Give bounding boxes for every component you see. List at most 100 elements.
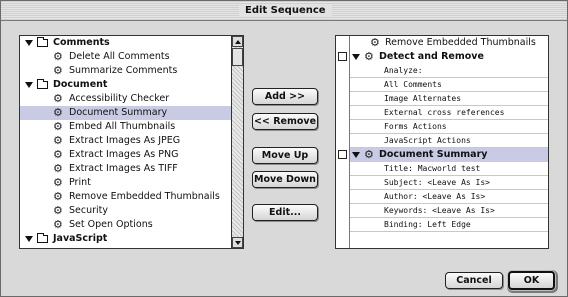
parameter-label: All Comments xyxy=(384,80,442,89)
gear-icon: ⚙ xyxy=(53,120,63,133)
tree-item[interactable]: ⚙ Embed All Thumbnails xyxy=(20,120,231,134)
edit-button[interactable]: Edit... xyxy=(252,204,318,221)
tree-item-label: Accessibility Checker xyxy=(69,93,170,104)
tree-item-label: Set Open Options xyxy=(69,219,153,230)
folder-icon xyxy=(37,37,48,47)
tree-item-label: Extract Images As TIFF xyxy=(69,163,178,174)
tree-item[interactable]: ⚙ Extract Images As PNG xyxy=(20,148,231,162)
sequence-command[interactable]: ⚙ Document Summary xyxy=(350,148,548,162)
parameter-label: Keywords: <Leave As Is> xyxy=(384,206,495,215)
tree-group[interactable]: Document xyxy=(20,78,231,92)
parameter-label: Binding: Left Edge xyxy=(384,220,471,229)
sequence-parameter[interactable]: External cross references xyxy=(350,106,548,120)
gear-icon: ⚙ xyxy=(53,148,63,161)
edit-sequence-dialog: Edit Sequence Comments ⚙ Delete All Commen… xyxy=(0,0,568,297)
sequence-parameter[interactable]: Binding: Left Edge xyxy=(350,218,548,232)
tree-item[interactable]: ⚙ Extract Images As JPEG xyxy=(20,134,231,148)
parameter-label: External cross references xyxy=(384,108,505,117)
gear-icon: ⚙ xyxy=(53,92,63,105)
sequence-parameter[interactable]: Subject: <Leave As Is> xyxy=(350,176,548,190)
disclosure-triangle-icon[interactable] xyxy=(352,152,360,158)
gear-icon: ⚙ xyxy=(53,176,63,189)
sequence-parameter[interactable]: Image Alternates xyxy=(350,92,548,106)
parameter-label: Forms Actions xyxy=(384,122,447,131)
left-scrollbar[interactable] xyxy=(231,36,243,248)
disclosure-triangle-icon[interactable] xyxy=(352,54,360,60)
sequence-list: ⚙ Remove Embedded Thumbnails ⚙ Detect and R… xyxy=(350,36,548,248)
gear-icon: ⚙ xyxy=(53,162,63,175)
command-label: Document Summary xyxy=(379,149,488,160)
sequence-parameter[interactable]: Analyze: xyxy=(350,64,548,78)
tree-item-label: Extract Images As JPEG xyxy=(69,135,181,146)
tree-group-label: JavaScript xyxy=(53,233,108,244)
tree-item-label: Summarize Comments xyxy=(69,65,178,76)
scroll-up-arrow-icon[interactable] xyxy=(232,36,243,47)
available-commands-list: Comments ⚙ Delete All Comments ⚙ Summarize C… xyxy=(20,36,231,248)
tree-item[interactable]: ⚙ Print xyxy=(20,176,231,190)
gear-icon: ⚙ xyxy=(364,50,374,63)
sequence-parameter[interactable]: Keywords: <Leave As Is> xyxy=(350,204,548,218)
sequence-parameter[interactable]: All Comments xyxy=(350,78,548,92)
tree-item[interactable]: ⚙ Remove Embedded Thumbnails xyxy=(20,190,231,204)
step-checkbox[interactable] xyxy=(338,52,347,61)
sequence-parameter[interactable]: Forms Actions xyxy=(350,120,548,134)
gear-icon: ⚙ xyxy=(53,218,63,231)
command-label: Detect and Remove xyxy=(379,51,484,62)
gear-icon: ⚙ xyxy=(370,36,380,49)
tree-group-label: Document xyxy=(53,79,108,90)
add-button[interactable]: Add >> xyxy=(252,88,318,105)
tree-group-label: Comments xyxy=(53,37,110,48)
available-commands-panel: Comments ⚙ Delete All Comments ⚙ Summarize C… xyxy=(19,35,244,249)
command-label: Remove Embedded Thumbnails xyxy=(385,37,536,48)
gear-icon: ⚙ xyxy=(53,190,63,203)
sequence-parameter[interactable]: Author: <Leave As Is> xyxy=(350,190,548,204)
sequence-command[interactable]: ⚙ Detect and Remove xyxy=(350,50,548,64)
title-bar[interactable]: Edit Sequence xyxy=(1,1,567,21)
sequence-parameter[interactable]: JavaScript Actions xyxy=(350,134,548,148)
tree-item[interactable]: ⚙ Extract Images As TIFF xyxy=(20,162,231,176)
gear-icon: ⚙ xyxy=(53,204,63,217)
tree-item-label: Remove Embedded Thumbnails xyxy=(69,191,220,202)
gear-icon: ⚙ xyxy=(53,50,63,63)
tree-item[interactable]: ⚙ Accessibility Checker xyxy=(20,92,231,106)
disclosure-triangle-icon[interactable] xyxy=(25,40,33,46)
parameter-label: Image Alternates xyxy=(384,94,462,103)
disclosure-triangle-icon[interactable] xyxy=(25,82,33,88)
tree-item-label: Print xyxy=(69,177,91,188)
gear-icon: ⚙ xyxy=(364,148,374,161)
cancel-button[interactable]: Cancel xyxy=(445,272,503,289)
move-up-button[interactable]: Move Up xyxy=(252,147,318,164)
tree-item[interactable]: ⚙ Set Open Options xyxy=(20,218,231,232)
tree-group[interactable]: JavaScript xyxy=(20,232,231,246)
parameter-label: Subject: <Leave As Is> xyxy=(384,178,490,187)
gear-icon: ⚙ xyxy=(53,106,63,119)
tree-item[interactable]: ⚙ Summarize Comments xyxy=(20,64,231,78)
checkbox-column xyxy=(336,36,350,248)
parameter-label: JavaScript Actions xyxy=(384,136,471,145)
sequence-command[interactable]: ⚙ Remove Embedded Thumbnails xyxy=(350,36,548,50)
dialog-title: Edit Sequence xyxy=(239,4,332,17)
tree-item-label: Extract Images As PNG xyxy=(69,149,179,160)
gear-icon: ⚙ xyxy=(53,134,63,147)
move-down-button[interactable]: Move Down xyxy=(252,171,318,188)
step-checkbox[interactable] xyxy=(338,150,347,159)
tree-item-label: Delete All Comments xyxy=(69,51,170,62)
remove-button[interactable]: << Remove xyxy=(252,113,318,130)
tree-item[interactable]: ⚙ Security xyxy=(20,204,231,218)
folder-icon xyxy=(37,233,48,243)
folder-icon xyxy=(37,79,48,89)
tree-item-label: Document Summary xyxy=(69,107,168,118)
tree-item[interactable]: ⚙ Document Summary xyxy=(20,106,231,120)
parameter-label: Title: Macworld test xyxy=(384,164,481,173)
tree-item[interactable]: ⚙ Delete All Comments xyxy=(20,50,231,64)
gear-icon: ⚙ xyxy=(53,64,63,77)
tree-group[interactable]: Comments xyxy=(20,36,231,50)
ok-button[interactable]: OK xyxy=(508,271,555,290)
disclosure-triangle-icon[interactable] xyxy=(25,236,33,242)
scroll-down-arrow-icon[interactable] xyxy=(232,237,243,248)
parameter-label: Author: <Leave As Is> xyxy=(384,192,486,201)
scroll-thumb[interactable] xyxy=(232,48,243,66)
tree-item-label: Security xyxy=(69,205,109,216)
sequence-parameter[interactable]: Title: Macworld test xyxy=(350,162,548,176)
parameter-label: Analyze: xyxy=(384,66,423,75)
